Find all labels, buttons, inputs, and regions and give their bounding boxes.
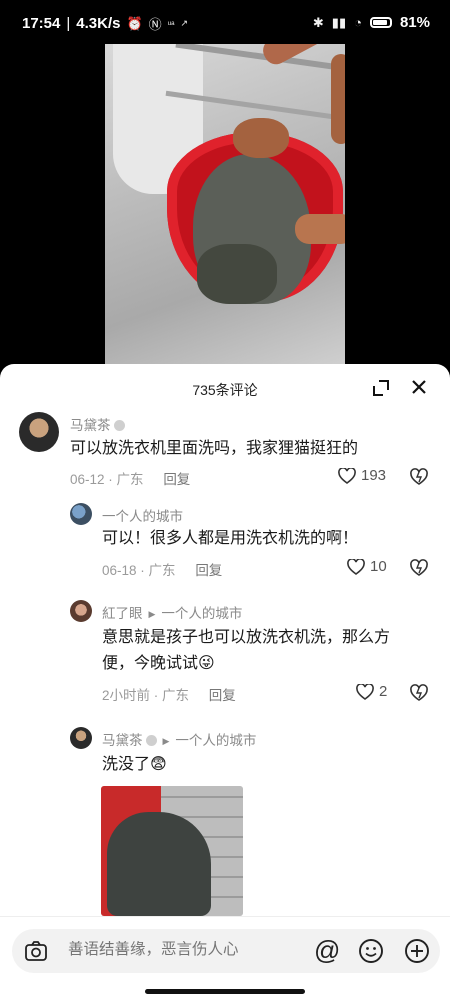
comment-location: 广东 xyxy=(162,688,190,703)
comment-text-segment: 洗没了 xyxy=(102,756,151,773)
status-left: 17:54 | 4.3K/s ⏰ Ⓝ ᵘᵃ ↗ xyxy=(22,14,188,33)
dislike-icon[interactable] xyxy=(410,468,428,486)
video-hand xyxy=(233,118,289,158)
status-right: ✱ ▮▮ ◔ 81% xyxy=(313,14,430,31)
video-player[interactable] xyxy=(105,44,345,364)
like-button[interactable]: 10 xyxy=(347,558,387,575)
heart-icon xyxy=(347,558,365,575)
comment-username[interactable]: 紅了眼 ▶ 一个人的城市 xyxy=(102,602,242,622)
reply-button[interactable]: 回复 xyxy=(163,472,190,487)
reply-button[interactable]: 回复 xyxy=(209,688,236,703)
comment-text: 可以！很多人都是用洗衣机洗的啊！ xyxy=(102,530,359,547)
comment-input[interactable] xyxy=(68,941,288,959)
meta-dot: · xyxy=(140,563,149,578)
wifi-icon: ◔ xyxy=(354,15,362,30)
mention-icon[interactable]: @ xyxy=(314,935,340,966)
meta-dot: · xyxy=(153,688,163,703)
avatar[interactable] xyxy=(70,503,92,525)
dislike-icon[interactable] xyxy=(410,559,428,577)
comment-date: 06-12 xyxy=(70,472,105,487)
status-bar: 17:54 | 4.3K/s ⏰ Ⓝ ᵘᵃ ↗ ✱ ▮▮ ◔ 81% xyxy=(0,0,450,46)
username-text[interactable]: 紅了眼 xyxy=(102,606,143,621)
user-badge-icon xyxy=(145,735,157,746)
alarm-icon: ⏰ xyxy=(126,15,143,31)
reply-button[interactable]: 回复 xyxy=(195,563,222,578)
comment-username[interactable]: 马黛茶 ▶ 一个人的城市 xyxy=(102,729,256,749)
comment-text-segment: 便，今晚试试 xyxy=(102,655,199,672)
tongue-emoji: 😜 xyxy=(198,655,215,672)
username-text[interactable]: 马黛茶 xyxy=(102,733,143,748)
comment-location: 广东 xyxy=(116,472,144,487)
bluetooth-icon: ✱ xyxy=(312,14,324,30)
avatar[interactable] xyxy=(70,727,92,749)
data-arrow-icon: ↗ xyxy=(180,18,189,28)
comment-username[interactable]: 马黛茶 xyxy=(70,414,125,434)
video-cat-head xyxy=(197,244,277,304)
battery-icon xyxy=(369,17,392,28)
plus-icon[interactable] xyxy=(404,938,430,964)
like-count: 10 xyxy=(370,558,387,575)
nfc-icon: Ⓝ xyxy=(148,17,162,32)
avatar[interactable] xyxy=(70,600,92,622)
status-speed: 4.3K/s xyxy=(76,15,121,32)
comment-input-bar: @ xyxy=(0,916,450,1001)
comment-location: 广东 xyxy=(148,563,176,578)
avatar[interactable] xyxy=(19,412,59,452)
battery-level: 81% xyxy=(399,14,430,31)
reply-arrow-icon: ▶ xyxy=(148,609,156,619)
heart-icon xyxy=(338,467,356,484)
username-text[interactable]: 马黛茶 xyxy=(70,418,111,433)
comment-text: 意思就是孩子也可以放洗衣机洗，那么方 便，今晚试试😜 xyxy=(102,625,432,677)
camera-icon[interactable] xyxy=(24,939,48,963)
comment-meta: 2小时前 · 广东 回复 xyxy=(102,684,236,704)
comment-input-box[interactable]: @ xyxy=(12,929,440,973)
like-count: 2 xyxy=(379,683,388,700)
like-count: 193 xyxy=(361,467,387,484)
comment-date: 2小时前 xyxy=(102,688,151,703)
like-button[interactable]: 2 xyxy=(356,683,387,700)
video-arm xyxy=(295,214,345,244)
video-leg xyxy=(331,54,345,144)
status-separator: | xyxy=(66,15,71,32)
expand-icon[interactable] xyxy=(371,378,391,398)
reply-to-username[interactable]: 一个人的城市 xyxy=(161,606,242,621)
comment-meta: 06-18 · 广东 回复 xyxy=(102,559,222,579)
shocked-emoji: 😨 xyxy=(150,756,167,773)
dislike-icon[interactable] xyxy=(410,684,428,702)
photo-wet-cat xyxy=(107,812,211,916)
heart-icon xyxy=(356,683,374,700)
meta-dot: · xyxy=(108,472,117,487)
comment-meta: 06-12 · 广东 回复 xyxy=(70,468,190,488)
reply-arrow-icon: ▶ xyxy=(162,736,170,746)
reply-to-username[interactable]: 一个人的城市 xyxy=(175,733,256,748)
comment-photo[interactable] xyxy=(101,786,243,916)
comment-username[interactable]: 一个人的城市 xyxy=(102,505,183,525)
emoji-icon[interactable] xyxy=(358,938,384,964)
user-badge-icon xyxy=(113,420,125,431)
comment-text-line: 便，今晚试试😜 xyxy=(102,651,432,677)
signal-small-icon: ᵘᵃ xyxy=(167,18,175,29)
comment-text: 洗没了😨 xyxy=(102,752,167,778)
comment-panel: 735条评论 马黛茶 可以放洗衣机里面洗吗，我家狸猫挺狂的 06-12 · 广东… xyxy=(0,364,450,1000)
close-icon[interactable] xyxy=(408,376,430,398)
comment-text: 可以放洗衣机里面洗吗，我家狸猫挺狂的 xyxy=(70,440,359,457)
comment-date: 06-18 xyxy=(102,563,137,578)
home-indicator[interactable] xyxy=(145,989,305,994)
signal-icon: ▮▮ xyxy=(331,14,347,30)
like-button[interactable]: 193 xyxy=(338,467,386,484)
status-time: 17:54 xyxy=(22,15,61,32)
comment-text-line: 意思就是孩子也可以放洗衣机洗，那么方 xyxy=(102,629,391,646)
